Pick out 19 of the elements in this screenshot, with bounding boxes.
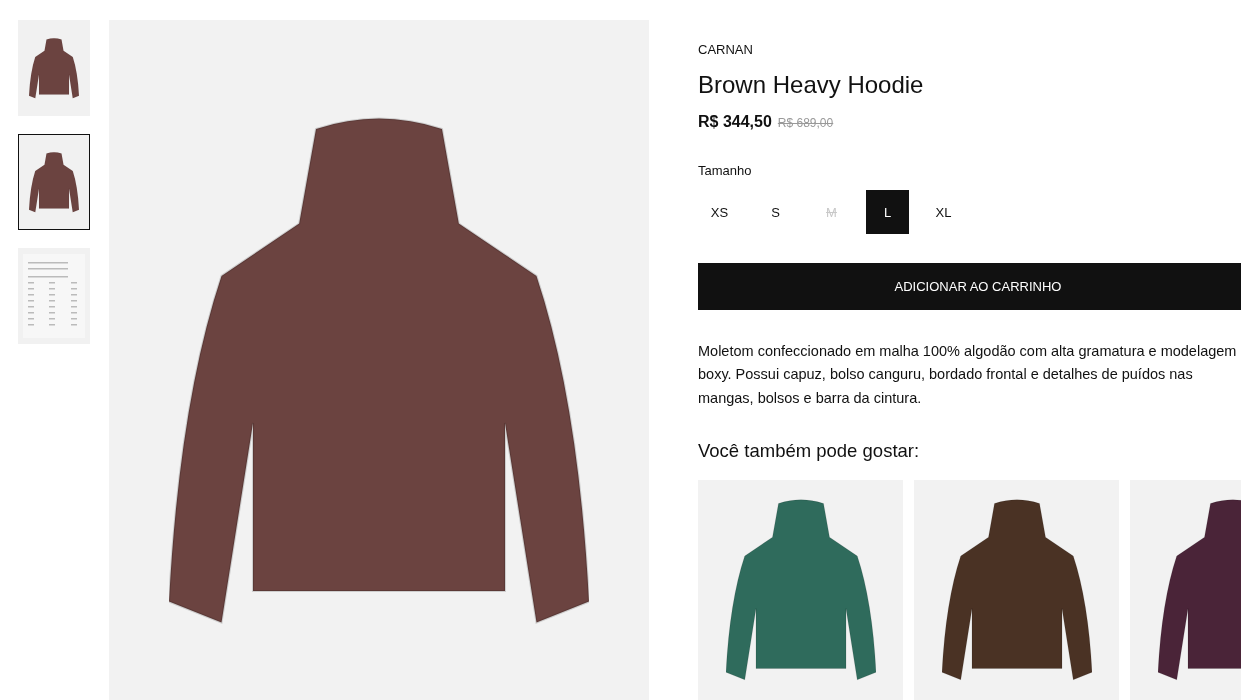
product-title: Brown Heavy Hoodie [698,71,925,99]
size-label: Tamanho [698,163,753,178]
product-card[interactable] [698,480,903,700]
hoodie-drawing [29,36,79,100]
thumbnail[interactable] [18,20,90,116]
hoodie-drawing [29,150,79,214]
product-description: Moletom confeccionado em malha 100% algodão com alta gramatura e modelagem boxy. Possui capuz, bolso canguru, bordado frontal e detalhes de puídos nas mangas, bolsos e barra da cintura. [698,341,1238,408]
size-option[interactable]: XL [922,190,965,234]
sale-price: R$ 344,50 [698,113,772,131]
thumbnail[interactable] [18,134,90,230]
size-option[interactable]: XS [698,190,741,234]
recommendations-title: Você também pode gostar: [698,440,921,462]
brand-name: CARNAN [698,42,754,57]
product-card[interactable] [914,480,1119,700]
size-option[interactable]: S [754,190,797,234]
original-price: R$ 689,00 [777,116,834,130]
add-to-cart-button[interactable]: ADICIONAR AO CARRINHO [698,263,1241,310]
size-option[interactable]: L [866,190,909,234]
thumbnail[interactable] [18,248,90,344]
